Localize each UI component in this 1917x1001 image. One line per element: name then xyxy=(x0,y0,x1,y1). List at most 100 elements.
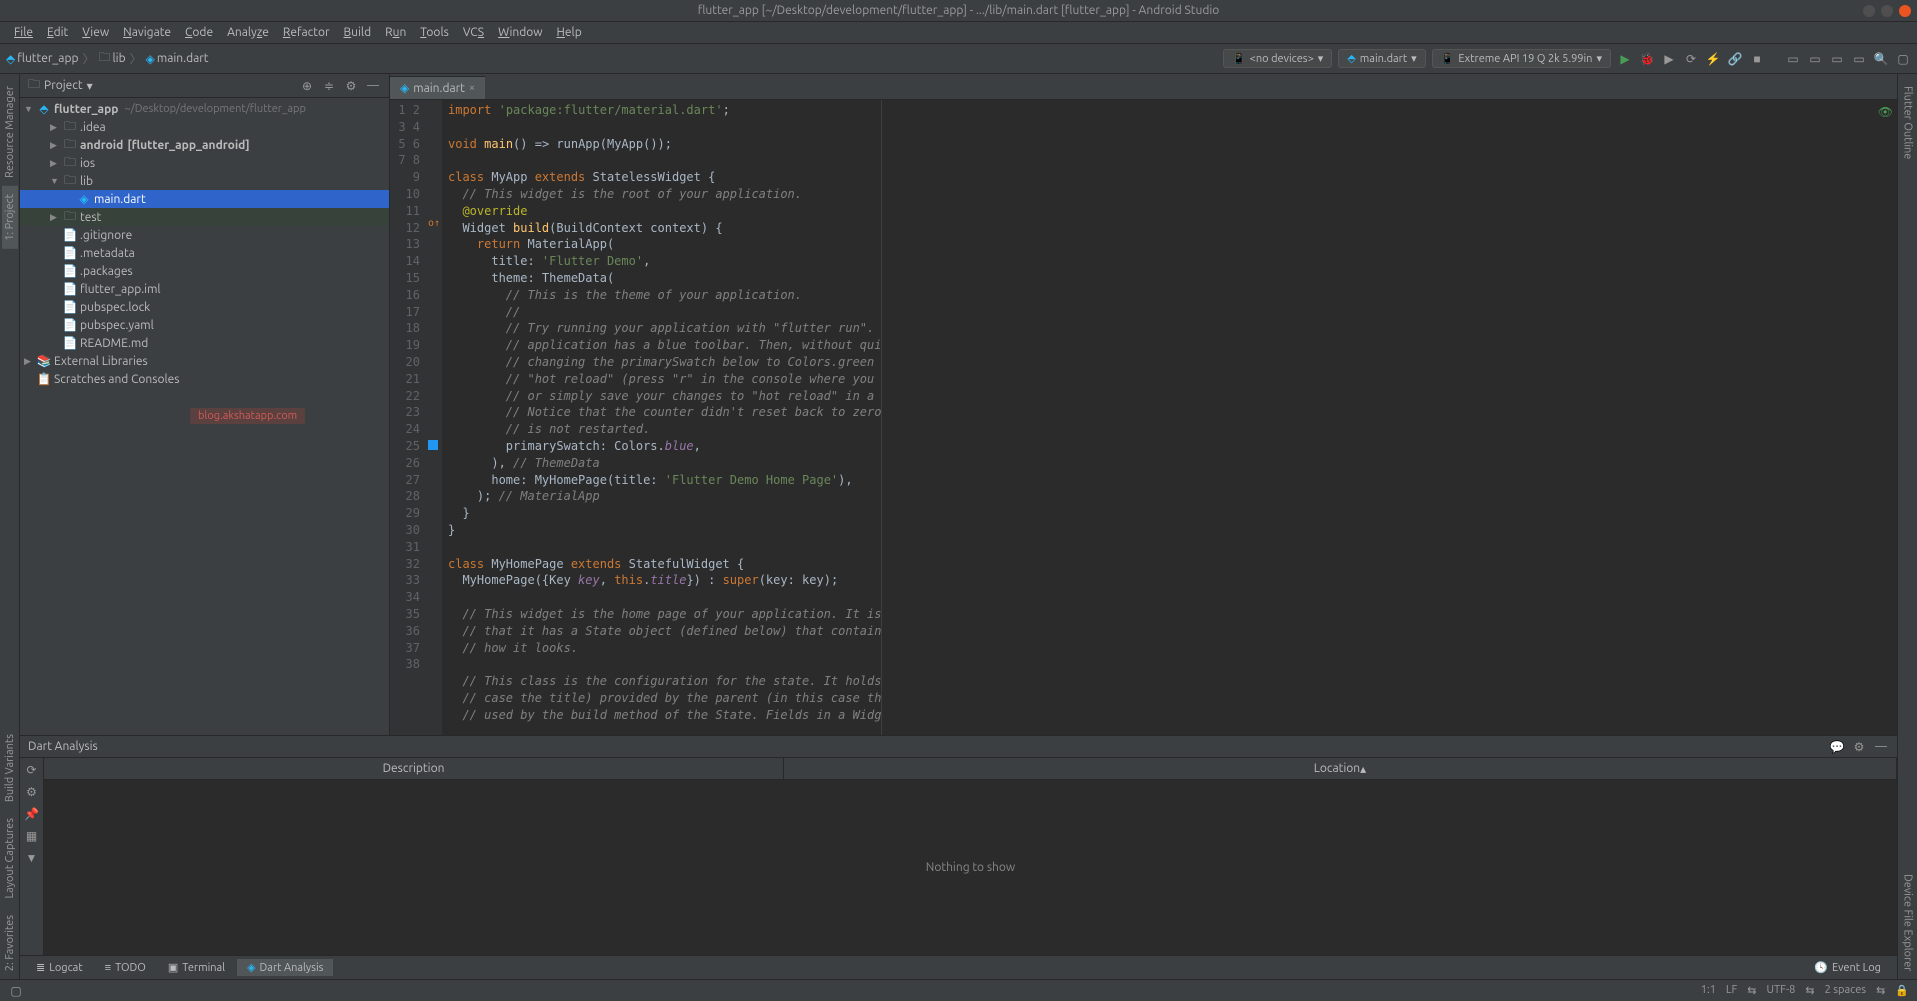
tree-item[interactable]: 📄pubspec.lock xyxy=(20,298,389,316)
lock-icon[interactable]: 🔒 xyxy=(1895,984,1909,997)
panel-icon[interactable]: ▢ xyxy=(1895,51,1911,67)
tree-item[interactable]: 📄.gitignore xyxy=(20,226,389,244)
tab-layout-captures[interactable]: Layout Captures xyxy=(2,810,18,907)
status-position[interactable]: 1:1 xyxy=(1701,984,1716,997)
sort-asc-icon: ▴ xyxy=(1360,762,1366,776)
file-icon: 📄 xyxy=(62,228,78,242)
tree-item[interactable]: ▶🗀test xyxy=(20,208,389,226)
toggle-toolwindows-icon[interactable]: ▢ xyxy=(8,983,24,999)
menu-edit[interactable]: Edit xyxy=(41,24,74,41)
project-title[interactable]: 🗀Project ▾ xyxy=(28,75,93,96)
code-text[interactable]: import 'package:flutter/material.dart'; … xyxy=(442,100,882,735)
tab-favorites[interactable]: 2: Favorites xyxy=(2,907,18,979)
breadcrumb-project[interactable]: ⬘flutter_app xyxy=(6,52,78,66)
emulator-selector[interactable]: 📱Extreme API 19 Q 2k 5.99in▾ xyxy=(1432,49,1611,68)
menu-help[interactable]: Help xyxy=(551,24,588,41)
refresh-icon[interactable]: ⟳ xyxy=(24,762,40,778)
hot-reload-icon[interactable]: ⚡ xyxy=(1705,51,1721,67)
breadcrumb-folder[interactable]: 🗀lib xyxy=(99,48,126,69)
locate-icon[interactable]: ⊕ xyxy=(299,78,315,94)
tab-logcat[interactable]: ≣Logcat xyxy=(26,959,93,976)
pin-icon[interactable]: 📌 xyxy=(24,806,40,822)
status-indent[interactable]: 2 spaces xyxy=(1825,984,1867,997)
editor-tab-main[interactable]: ◈ main.dart × xyxy=(390,76,485,99)
stop-icon[interactable]: ■ xyxy=(1749,51,1765,67)
sdk-manager-icon[interactable]: ▭ xyxy=(1807,51,1823,67)
tree-external-libs[interactable]: ▶📚 External Libraries xyxy=(20,352,389,370)
window-controls xyxy=(1863,5,1911,17)
tab-build-variants[interactable]: Build Variants xyxy=(2,726,18,810)
avd-manager-icon[interactable]: ▭ xyxy=(1785,51,1801,67)
gear-icon[interactable]: ⚙ xyxy=(24,784,40,800)
menu-code[interactable]: Code xyxy=(179,24,219,41)
menu-tools[interactable]: Tools xyxy=(414,24,455,41)
menu-view[interactable]: View xyxy=(76,24,115,41)
coverage-icon[interactable]: ▶ xyxy=(1661,51,1677,67)
tree-item[interactable]: 📄pubspec.yaml xyxy=(20,316,389,334)
tree-item[interactable]: 📄flutter_app.iml xyxy=(20,280,389,298)
tree-root[interactable]: ▼⬘ flutter_app ~/Desktop/development/flu… xyxy=(20,100,389,118)
title-bar: flutter_app [~/Desktop/development/flutt… xyxy=(0,0,1917,22)
group-icon[interactable]: ▦ xyxy=(24,828,40,844)
inspection-indicator-icon[interactable]: 👁 xyxy=(1878,104,1893,121)
tab-terminal[interactable]: ▣Terminal xyxy=(158,959,235,976)
project-tree[interactable]: ▼⬘ flutter_app ~/Desktop/development/flu… xyxy=(20,98,389,735)
sync-icon[interactable]: ▭ xyxy=(1829,51,1845,67)
file-icon: 📄 xyxy=(62,318,78,332)
status-line-sep[interactable]: LF xyxy=(1726,984,1737,997)
attach-icon[interactable]: 🔗 xyxy=(1727,51,1743,67)
collapse-icon[interactable]: ≑ xyxy=(321,78,337,94)
tab-dart-analysis[interactable]: ◈Dart Analysis xyxy=(237,959,333,976)
tree-item[interactable]: ▶🗀.idea xyxy=(20,118,389,136)
tree-item[interactable]: 📄.metadata xyxy=(20,244,389,262)
close-icon[interactable] xyxy=(1899,5,1911,17)
menu-vcs[interactable]: VCS xyxy=(457,24,490,41)
status-bar: ▢ 1:1 LF ⇆ UTF-8 ⇆ 2 spaces ⇆ 🔒 xyxy=(0,979,1917,1001)
device-selector[interactable]: 📱<no devices>▾ xyxy=(1223,49,1332,68)
col-location[interactable]: Location ▴ xyxy=(784,758,1897,779)
main-area: Resource Manager 1: Project Build Varian… xyxy=(0,74,1917,979)
profile-icon[interactable]: ⟳ xyxy=(1683,51,1699,67)
minimize-icon[interactable] xyxy=(1863,5,1875,17)
color-swatch-icon[interactable] xyxy=(428,436,438,453)
tree-item[interactable]: ◈main.dart xyxy=(20,190,389,208)
close-tab-icon[interactable]: × xyxy=(469,82,475,94)
dart-analysis-header: Dart Analysis 💬 ⚙ — xyxy=(20,736,1897,758)
maximize-icon[interactable] xyxy=(1881,5,1893,17)
tree-item[interactable]: ▶🗀android[flutter_app_android] xyxy=(20,136,389,154)
assistant-icon[interactable]: ▭ xyxy=(1851,51,1867,67)
run-icon[interactable]: ▶ xyxy=(1617,51,1633,67)
menu-file[interactable]: File xyxy=(8,24,39,41)
menu-analyze[interactable]: Analyze xyxy=(221,24,275,41)
tree-scratches[interactable]: 📋 Scratches and Consoles xyxy=(20,370,389,388)
tree-item[interactable]: 📄.packages xyxy=(20,262,389,280)
breadcrumb-file[interactable]: ◈main.dart xyxy=(146,52,209,66)
tab-todo[interactable]: ≡TODO xyxy=(95,960,156,976)
tree-item[interactable]: ▼🗀lib xyxy=(20,172,389,190)
tree-item[interactable]: ▶🗀ios xyxy=(20,154,389,172)
filter-icon[interactable]: ▼ xyxy=(24,850,40,866)
code-editor[interactable]: 1 2 3 4 5 6 7 8 9 10 11 12 13 14 15 16 1… xyxy=(390,100,1897,735)
gear-icon[interactable]: ⚙ xyxy=(1851,739,1867,755)
feedback-icon[interactable]: 💬 xyxy=(1829,739,1845,755)
search-icon[interactable]: 🔍 xyxy=(1873,51,1889,67)
tab-project[interactable]: 1: Project xyxy=(2,186,18,249)
col-description[interactable]: Description xyxy=(44,758,784,779)
debug-icon[interactable]: 🐞 xyxy=(1639,51,1655,67)
tab-event-log[interactable]: 🕓Event Log xyxy=(1804,959,1891,976)
menu-window[interactable]: Window xyxy=(492,24,548,41)
override-gutter-icon[interactable]: o↑ xyxy=(428,217,440,231)
run-config-selector[interactable]: ⬘main.dart▾ xyxy=(1338,49,1425,68)
status-encoding[interactable]: UTF-8 xyxy=(1767,984,1796,997)
tab-device-file-explorer[interactable]: Device File Explorer xyxy=(1900,866,1916,979)
tree-item[interactable]: 📄README.md xyxy=(20,334,389,352)
tab-resource-manager[interactable]: Resource Manager xyxy=(2,78,18,186)
hide-icon[interactable]: — xyxy=(365,78,381,94)
menu-build[interactable]: Build xyxy=(338,24,378,41)
menu-refactor[interactable]: Refactor xyxy=(277,24,336,41)
hide-icon[interactable]: — xyxy=(1873,739,1889,755)
menu-navigate[interactable]: Navigate xyxy=(117,24,177,41)
tab-flutter-outline[interactable]: Flutter Outline xyxy=(1900,78,1916,167)
menu-run[interactable]: Run xyxy=(379,24,412,41)
gear-icon[interactable]: ⚙ xyxy=(343,78,359,94)
